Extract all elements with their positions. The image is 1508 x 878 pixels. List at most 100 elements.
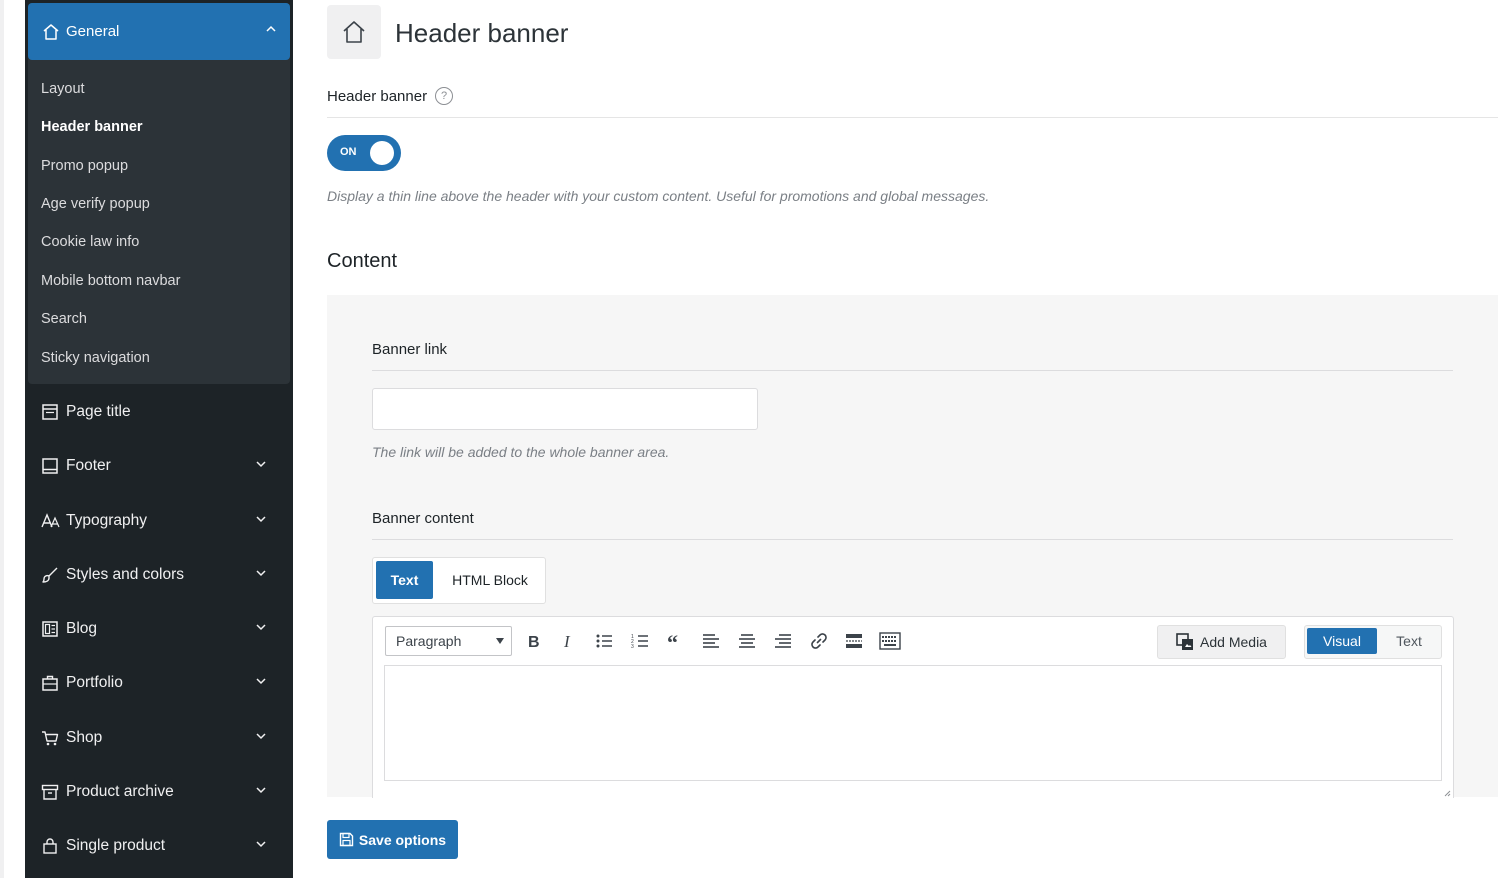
archive-icon — [40, 782, 60, 802]
sidebar-item-footer[interactable]: Footer — [40, 451, 280, 481]
sidebar-item-label: General — [66, 23, 120, 40]
align-left-button[interactable] — [697, 627, 725, 654]
sidebar-item-styles-and-colors[interactable]: Styles and colors — [40, 560, 280, 590]
align-center-button[interactable] — [733, 627, 761, 654]
header-banner-toggle[interactable]: ON — [327, 135, 401, 171]
align-left-icon — [703, 633, 719, 648]
numbered-list-icon: 123 — [631, 634, 648, 649]
sidebar-item-label: Product archive — [66, 783, 174, 800]
toolbar-toggle-button[interactable] — [876, 627, 904, 654]
sidebar-item-label: Single product — [66, 837, 166, 854]
sidebar-item-label: Blog — [66, 620, 98, 637]
bullet-list-icon — [596, 634, 612, 647]
header-banner-field-label: Header banner ? — [327, 87, 454, 105]
sidebar-subitem-sticky-navigation[interactable]: Sticky navigation — [41, 350, 150, 366]
sidebar-subitem-mobile-bottom-navbar[interactable]: Mobile bottom navbar — [41, 273, 180, 289]
brush-icon — [40, 565, 60, 585]
add-media-label: Add Media — [1200, 634, 1267, 650]
options-sidebar: General Layout Header banner Promo popup… — [25, 0, 293, 878]
sidebar-item-label: Footer — [66, 457, 111, 474]
dropdown-arrow-icon — [496, 638, 504, 644]
page-title: Header banner — [395, 18, 569, 48]
sidebar-item-label: Shop — [66, 729, 103, 746]
field-label-text: Header banner — [327, 87, 428, 105]
paragraph-format-select[interactable]: Paragraph — [385, 626, 512, 656]
save-options-button[interactable]: Save options — [327, 820, 458, 859]
link-icon — [811, 632, 827, 649]
general-section: General Layout Header banner Promo popup… — [28, 3, 290, 384]
read-more-button[interactable] — [840, 627, 868, 654]
sidebar-item-page-title[interactable]: Page title — [40, 397, 280, 427]
save-options-label: Save options — [358, 831, 447, 848]
svg-text:I: I — [563, 633, 571, 649]
editor-mode-tabs: Visual Text — [1304, 625, 1442, 659]
chevron-down-icon — [256, 678, 266, 685]
save-icon — [339, 832, 354, 847]
tab-text-mode[interactable]: Text — [1379, 628, 1439, 654]
sidebar-item-label: Typography — [66, 512, 147, 529]
svg-text:3: 3 — [631, 644, 634, 649]
tab-html-block[interactable]: HTML Block — [441, 561, 539, 599]
bullet-list-button[interactable] — [590, 627, 618, 654]
header-banner-description: Display a thin line above the header wit… — [327, 188, 990, 204]
chevron-down-icon — [256, 787, 266, 794]
editor-content-area[interactable] — [384, 665, 1442, 781]
media-icon — [1176, 633, 1194, 651]
keyboard-icon — [879, 631, 901, 650]
left-edge-strip — [0, 0, 4, 878]
toggle-knob — [370, 141, 394, 165]
italic-icon: I — [563, 633, 571, 649]
svg-text:B: B — [528, 634, 540, 649]
divider — [372, 539, 1453, 540]
add-media-button[interactable]: Add Media — [1157, 625, 1286, 659]
sidebar-item-portfolio[interactable]: Portfolio — [40, 668, 280, 698]
banner-link-input[interactable] — [372, 388, 758, 430]
sidebar-subitem-layout[interactable]: Layout — [41, 81, 85, 97]
blockquote-button[interactable]: “ — [662, 627, 690, 654]
sidebar-item-label: Styles and colors — [66, 566, 185, 583]
align-right-button[interactable] — [769, 627, 797, 654]
blockquote-icon: “ — [667, 633, 678, 649]
format-select-value: Paragraph — [396, 633, 462, 649]
align-right-icon — [775, 633, 791, 648]
resize-handle-icon[interactable] — [1443, 789, 1451, 797]
chevron-down-icon — [256, 461, 266, 468]
tab-text[interactable]: Text — [376, 561, 433, 599]
chevron-down-icon — [256, 570, 266, 577]
sidebar-item-general[interactable]: General — [28, 3, 290, 60]
numbered-list-button[interactable]: 123 — [626, 627, 654, 654]
sidebar-item-label: Page title — [66, 403, 131, 420]
page-title-icon — [40, 402, 60, 422]
sidebar-item-shop[interactable]: Shop — [40, 723, 280, 753]
tab-visual[interactable]: Visual — [1307, 628, 1377, 654]
sidebar-item-product-archive[interactable]: Product archive — [40, 777, 280, 807]
sidebar-item-blog[interactable]: Blog — [40, 614, 280, 644]
content-heading: Content — [327, 250, 398, 272]
banner-link-label: Banner link — [372, 341, 448, 358]
sidebar-subitem-header-banner[interactable]: Header banner — [41, 119, 143, 135]
banner-content-tabs: Text HTML Block — [372, 557, 546, 604]
divider — [327, 117, 1498, 118]
sidebar-subitem-promo-popup[interactable]: Promo popup — [41, 158, 128, 174]
help-icon[interactable]: ? — [435, 87, 454, 105]
sidebar-subitem-age-verify-popup[interactable]: Age verify popup — [41, 196, 150, 212]
insert-link-button[interactable] — [805, 627, 833, 654]
cart-icon — [40, 728, 60, 748]
home-icon — [42, 23, 60, 41]
bag-icon — [40, 836, 60, 856]
chevron-down-icon — [256, 516, 266, 523]
sidebar-item-typography[interactable]: Typography — [40, 506, 280, 536]
chevron-down-icon — [256, 624, 266, 631]
divider — [372, 370, 1453, 371]
sidebar-subitem-cookie-law-info[interactable]: Cookie law info — [41, 234, 139, 250]
bold-button[interactable]: B — [519, 627, 547, 654]
section-home-icon — [327, 5, 381, 59]
sidebar-item-single-product[interactable]: Single product — [40, 831, 280, 861]
banner-link-description: The link will be added to the whole bann… — [372, 444, 670, 460]
bold-icon: B — [528, 634, 540, 649]
footer-icon — [40, 456, 60, 476]
italic-button[interactable]: I — [554, 627, 582, 654]
align-center-icon — [739, 633, 755, 648]
blog-icon — [40, 619, 60, 639]
sidebar-subitem-search[interactable]: Search — [41, 311, 87, 327]
